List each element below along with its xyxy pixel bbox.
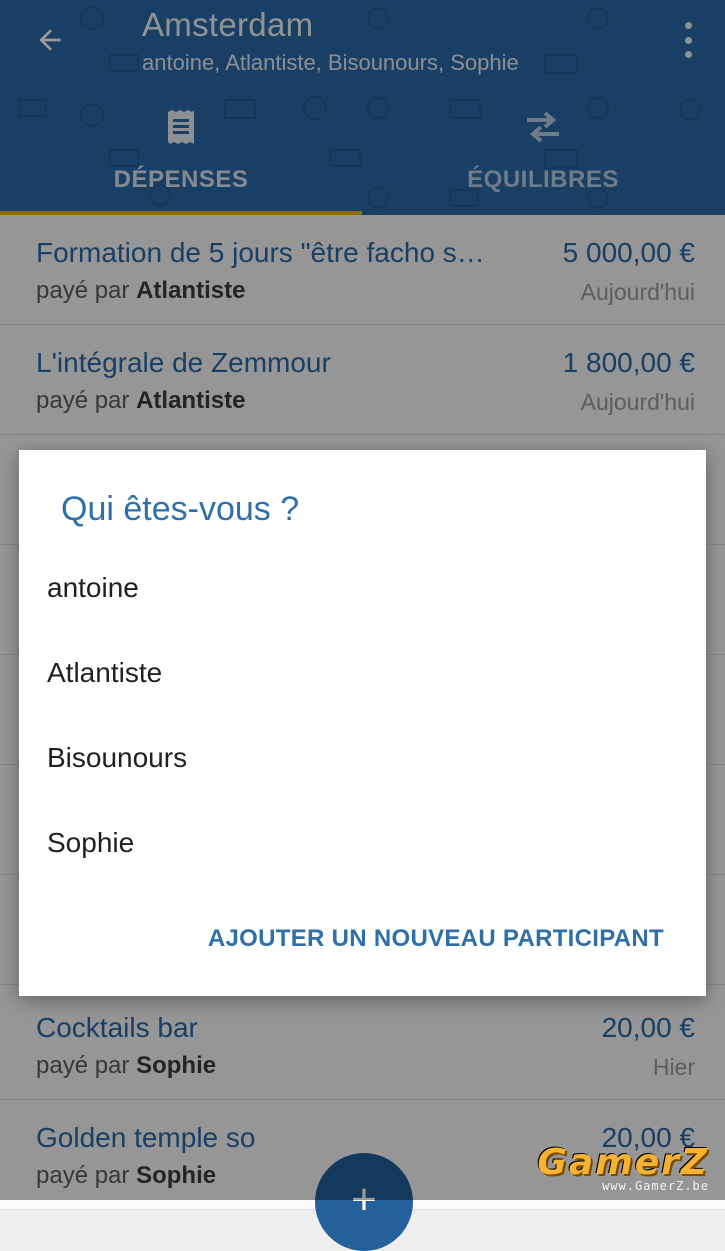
- watermark: GamerZ www.GamerZ.be: [537, 1142, 709, 1193]
- participant-option-label: antoine: [47, 572, 139, 603]
- participant-option[interactable]: antoine: [19, 550, 706, 635]
- dialog-title: Qui êtes-vous ?: [61, 490, 300, 528]
- participant-option[interactable]: Atlantiste: [19, 635, 706, 720]
- participant-option[interactable]: Sophie: [19, 805, 706, 890]
- watermark-logo: GamerZ: [537, 1142, 709, 1183]
- add-participant-button[interactable]: AJOUTER UN NOUVEAU PARTICIPANT: [208, 925, 664, 953]
- participant-option[interactable]: Bisounours: [19, 720, 706, 805]
- participant-option-label: Bisounours: [47, 742, 188, 773]
- participant-option-label: Atlantiste: [47, 657, 163, 688]
- who-are-you-dialog: Qui êtes-vous ? antoine Atlantiste Bisou…: [19, 450, 706, 996]
- participant-option-label: Sophie: [47, 827, 135, 858]
